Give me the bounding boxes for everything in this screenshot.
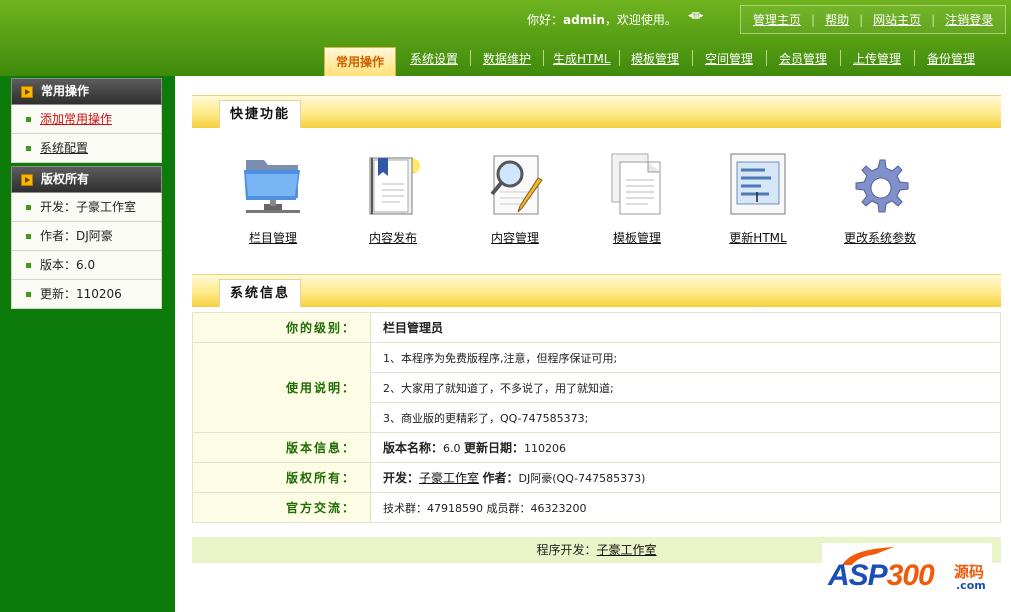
- table-row: 官方交流： 技术群：47918590 成员群：46323200: [192, 492, 1001, 523]
- bullet-icon: [26, 146, 31, 151]
- tab-template-manage[interactable]: 模板管理: [631, 50, 679, 67]
- sidebar-section-title: 版权所有: [11, 166, 162, 193]
- sidebar-item-system-config[interactable]: 系统配置: [11, 134, 162, 163]
- footer-developer-link[interactable]: 子豪工作室: [597, 543, 657, 557]
- tab-common[interactable]: 常用操作: [324, 47, 396, 76]
- arrow-right-icon: [21, 86, 33, 98]
- bullet-icon: [26, 292, 31, 297]
- level-label: 你的级别：: [192, 312, 371, 343]
- quick-system-params[interactable]: 更改系统参数: [820, 152, 940, 246]
- greeting-suffix: ，欢迎使用。: [604, 13, 677, 27]
- link-site-home[interactable]: 网站主页: [873, 11, 921, 28]
- sidebar: 常用操作 添加常用操作 系统配置 版权所有 开发：子豪工作室 作者：DJ阿豪 版…: [0, 76, 175, 612]
- table-row: 你的级别： 栏目管理员: [192, 312, 1001, 343]
- quick-template-manage[interactable]: 模板管理: [577, 152, 697, 246]
- quick-section-title: 快捷功能: [219, 100, 302, 128]
- link-admin-home[interactable]: 管理主页: [753, 11, 801, 28]
- table-row: 版本信息： 版本名称：6.0 更新日期：110206: [192, 432, 1001, 463]
- version-value: 版本名称：6.0 更新日期：110206: [370, 432, 1001, 463]
- link-help[interactable]: 帮助: [825, 11, 849, 28]
- tab-backup-manage[interactable]: 备份管理: [927, 50, 975, 67]
- quick-column-manage[interactable]: 栏目管理: [213, 152, 333, 246]
- link-logout[interactable]: 注销登录: [945, 11, 993, 28]
- usage-line-1: 1、本程序为免费版程序,注意，但程序保证可用;: [370, 342, 1001, 373]
- quick-label[interactable]: 内容管理: [455, 229, 575, 246]
- pages-icon: [611, 153, 661, 215]
- folder-network-icon: [244, 160, 300, 213]
- bullet-icon: [26, 205, 31, 210]
- level-value: 栏目管理员: [370, 312, 1001, 343]
- sysinfo-table: 你的级别： 栏目管理员 使用说明： 1、本程序为免费版程序,注意，但程序保证可用…: [192, 312, 1001, 523]
- quick-section-bar: [192, 95, 1001, 128]
- tab-generate-html[interactable]: 生成HTML: [553, 50, 610, 67]
- tab-upload-manage[interactable]: 上传管理: [853, 50, 901, 67]
- usage-label: 使用说明：: [192, 342, 371, 433]
- contact-value: 技术群：47918590 成员群：46323200: [370, 492, 1001, 523]
- sidebar-item-update: 更新：110206: [11, 280, 162, 309]
- sidebar-item-add-common[interactable]: 添加常用操作: [11, 105, 162, 134]
- username: admin: [563, 13, 605, 27]
- footer-prefix: 程序开发：: [536, 543, 597, 557]
- quick-label[interactable]: 更新HTML: [698, 229, 818, 246]
- copyright-value: 开发：子豪工作室 作者：DJ阿豪(QQ-747585373): [370, 462, 1001, 493]
- html-document-icon: [730, 153, 786, 215]
- table-row: 使用说明： 1、本程序为免费版程序,注意，但程序保证可用;: [192, 342, 1001, 433]
- developer-link[interactable]: 子豪工作室: [419, 471, 479, 485]
- watermark-text: ASP300: [828, 559, 935, 592]
- book-publish-icon: [369, 157, 420, 215]
- version-label: 版本信息：: [192, 432, 371, 463]
- tab-space-manage[interactable]: 空间管理: [705, 50, 753, 67]
- tab-member-manage[interactable]: 会员管理: [779, 50, 827, 67]
- watermark-com: .com: [956, 579, 986, 592]
- quick-content-manage[interactable]: 内容管理: [455, 152, 575, 246]
- document-search-icon: [490, 155, 543, 215]
- sysinfo-section-title: 系统信息: [219, 279, 302, 307]
- table-row: 版权所有： 开发：子豪工作室 作者：DJ阿豪(QQ-747585373): [192, 462, 1001, 493]
- main-nav: 常用操作 系统设置 数据维护 生成HTML 模板管理 空间管理 会员管理 上传管…: [298, 42, 1011, 76]
- quick-label[interactable]: 更改系统参数: [820, 229, 940, 246]
- tab-data-maintenance[interactable]: 数据维护: [483, 50, 531, 67]
- watermark-logo: ASP300 源码 .com: [822, 543, 992, 595]
- tab-system-settings[interactable]: 系统设置: [410, 50, 458, 67]
- bullet-icon: [26, 263, 31, 268]
- quick-update-html[interactable]: 更新HTML: [698, 152, 818, 246]
- usage-line-2: 2、大家用了就知道了，不多说了，用了就知道;: [370, 372, 1001, 403]
- sidebar-section-title: 常用操作: [11, 78, 162, 105]
- top-header: 你好：admin，欢迎使用。 ◂▦▸ 管理主页 | 帮助 | 网站主页 | 注销登录 …: [0, 0, 1011, 76]
- quick-label[interactable]: 模板管理: [577, 229, 697, 246]
- quick-label[interactable]: 栏目管理: [213, 229, 333, 246]
- greeting: 你好：admin，欢迎使用。: [527, 11, 677, 28]
- contact-label: 官方交流：: [192, 492, 371, 523]
- quick-label[interactable]: 内容发布: [333, 229, 453, 246]
- sidebar-section-copyright: 版权所有 开发：子豪工作室 作者：DJ阿豪 版本：6.0 更新：110206: [11, 166, 162, 309]
- top-links: 管理主页 | 帮助 | 网站主页 | 注销登录: [740, 5, 1006, 34]
- sidebar-item-version: 版本：6.0: [11, 251, 162, 280]
- quick-content-publish[interactable]: 内容发布: [333, 152, 453, 246]
- gear-icon: [855, 159, 909, 213]
- menu-toggle-icon[interactable]: ◂▦▸: [688, 11, 704, 21]
- sysinfo-section-bar: [192, 274, 1001, 307]
- bullet-icon: [26, 117, 31, 122]
- sidebar-section-common: 常用操作 添加常用操作 系统配置: [11, 78, 162, 163]
- sidebar-item-author: 作者：DJ阿豪: [11, 222, 162, 251]
- usage-line-3: 3、商业版的更精彩了，QQ-747585373;: [370, 402, 1001, 433]
- greeting-prefix: 你好：: [527, 13, 564, 27]
- copyright-label: 版权所有：: [192, 462, 371, 493]
- bullet-icon: [26, 234, 31, 239]
- arrow-right-icon: [21, 174, 33, 186]
- sidebar-item-developer: 开发：子豪工作室: [11, 193, 162, 222]
